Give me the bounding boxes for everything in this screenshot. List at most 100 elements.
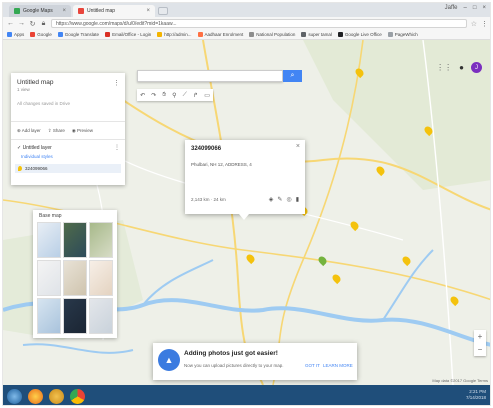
map-attribution: Map data ©2017 Google Terms — [432, 378, 488, 383]
layer-title[interactable]: ✓ Untitled layer — [17, 145, 52, 151]
divider — [11, 121, 125, 122]
edit-icon[interactable]: ✎ — [277, 196, 282, 203]
bookmark-label: super tamal — [308, 32, 332, 37]
start-button-icon[interactable] — [7, 388, 22, 404]
bookmark-translate[interactable]: Google Translate — [57, 32, 99, 37]
bookmark-email[interactable]: Email/Office - Login — [105, 32, 151, 37]
page-icon — [157, 32, 163, 37]
photos-toast: ▲ Adding photos just got easier! Now you… — [153, 343, 357, 380]
marker-icon[interactable]: ⚲ — [172, 92, 176, 99]
basemap-map-thumb[interactable] — [37, 222, 61, 258]
google-maps-favicon-icon — [14, 8, 20, 14]
basemap-terrain-thumb[interactable] — [89, 222, 113, 258]
chrome-icon[interactable] — [70, 388, 85, 404]
map-toolbar: ↶ ↷ ✋︎ ⚲ ⟋ ↱ ▭ — [137, 89, 213, 101]
browser-menu-icon[interactable]: ⋮ — [481, 20, 488, 28]
new-tab-button[interactable] — [158, 7, 168, 15]
clock-date: 7/14/2018 — [465, 395, 486, 400]
layer-more-icon[interactable]: ⋮ — [114, 144, 120, 151]
zoom-in-icon[interactable]: + — [478, 332, 483, 341]
delete-icon[interactable]: ▮ — [296, 196, 299, 203]
page-icon — [197, 32, 203, 37]
zoom-out-icon[interactable]: − — [478, 345, 483, 354]
basemap-atlas-thumb[interactable] — [63, 260, 87, 296]
basemap-dark-thumb[interactable] — [63, 298, 87, 334]
camera-icon[interactable]: ◎ — [286, 196, 291, 203]
tab-bar: Google Maps × Untitled map × Jaffe – □ × — [3, 3, 490, 17]
bookmark-apps[interactable]: Apps — [7, 32, 24, 37]
place-info-popup: 324099066 × Phulbari, NH 12, ADDRESS, 4 … — [185, 140, 305, 220]
browser-window: Google Maps × Untitled map × Jaffe – □ ×… — [2, 2, 491, 406]
address-bar: ← → ↻ 🔒︎ https://www.google.com/maps/d/u… — [3, 17, 490, 30]
explorer-icon[interactable] — [49, 388, 64, 404]
share-button[interactable]: ⇪ Share — [48, 128, 65, 134]
learn-more-button[interactable]: LEARN MORE — [323, 363, 353, 368]
layer-title-label: Untitled layer — [22, 145, 52, 151]
layer-item[interactable]: 324099066 — [15, 164, 121, 173]
map-search-input[interactable] — [137, 70, 283, 82]
close-icon[interactable]: × — [296, 143, 300, 150]
bookmark-label: PageWhich — [394, 32, 418, 37]
bookmark-star-icon[interactable]: ☆ — [471, 20, 477, 28]
redo-icon[interactable]: ↷ — [151, 92, 156, 99]
map-views: 1 view — [17, 87, 30, 92]
layer-style-link[interactable]: Individual styles — [21, 154, 53, 159]
close-tab-icon[interactable]: × — [62, 8, 66, 14]
bookmark-population[interactable]: National Population — [249, 32, 295, 37]
bookmark-aadhaar[interactable]: Aadhaar Enrolment — [197, 32, 244, 37]
bookmark-label: Google Live Office — [344, 32, 382, 37]
tab-untitled-map[interactable]: Untitled map × — [73, 5, 155, 17]
pin-icon — [18, 166, 22, 171]
add-layer-label: Add layer — [21, 128, 41, 133]
forward-icon[interactable]: → — [18, 20, 25, 27]
base-map-selector: Base map — [33, 210, 117, 338]
tab-label: Google Maps — [23, 8, 53, 14]
basemap-light-thumb[interactable] — [37, 260, 61, 296]
basemap-whitewater-thumb[interactable] — [89, 298, 113, 334]
hand-icon[interactable]: ✋︎ — [162, 92, 165, 99]
add-layer-button[interactable]: ⊕ Add layer — [17, 128, 41, 134]
map-save-status: All changes saved in Drive — [17, 101, 71, 106]
photo-icon: ▲ — [158, 349, 180, 371]
basemap-simple-thumb[interactable] — [37, 298, 61, 334]
firefox-icon[interactable] — [28, 388, 43, 404]
page-icon — [301, 32, 307, 37]
maximize-icon[interactable]: □ — [473, 5, 477, 11]
tab-google-maps[interactable]: Google Maps × — [9, 5, 71, 17]
minimize-icon[interactable]: – — [464, 5, 467, 11]
preview-label: Preview — [77, 128, 94, 133]
bookmark-label: Email/Office - Login — [112, 32, 152, 37]
close-tab-icon[interactable]: × — [146, 8, 150, 14]
ruler-icon[interactable]: ▭ — [204, 92, 210, 99]
undo-icon[interactable]: ↶ — [140, 92, 145, 99]
apps-grid-icon[interactable]: ⋮⋮ — [436, 63, 452, 72]
popup-address: Phulbari, NH 12, ADDRESS, 4 — [191, 162, 252, 167]
panel-more-icon[interactable]: ⋮ — [113, 79, 120, 87]
got-it-button[interactable]: GOT IT — [305, 363, 320, 368]
bookmark-live-office[interactable]: Google Live Office — [337, 32, 382, 37]
preview-button[interactable]: ◉ Preview — [72, 128, 93, 134]
map-title[interactable]: Untitled map — [17, 79, 54, 86]
basemap-satellite-thumb[interactable] — [63, 222, 87, 258]
bookmark-google[interactable]: Google — [30, 32, 52, 37]
panel-actions: ⊕ Add layer ⇪ Share ◉ Preview — [17, 128, 93, 134]
basemap-mono-thumb[interactable] — [89, 260, 113, 296]
url-field[interactable]: https://www.google.com/maps/d/u/0/edit?m… — [51, 19, 467, 28]
search-button[interactable]: ⌕ — [283, 70, 302, 82]
back-icon[interactable]: ← — [7, 20, 14, 27]
close-window-icon[interactable]: × — [482, 5, 486, 11]
bookmark-super[interactable]: super tamal — [301, 32, 332, 37]
style-icon[interactable]: ◈ — [269, 196, 274, 203]
system-tray[interactable]: 2:21 PM 7/14/2018 — [466, 389, 486, 401]
bookmark-pagewhich[interactable]: PageWhich — [387, 32, 418, 37]
reload-icon[interactable]: ↻ — [29, 20, 36, 28]
google-icon — [30, 32, 36, 37]
notifications-icon[interactable]: ● — [459, 63, 464, 72]
avatar[interactable]: J — [471, 62, 482, 73]
draw-line-icon[interactable]: ⟋ — [183, 92, 187, 99]
divider — [11, 139, 125, 140]
directions-icon[interactable]: ↱ — [193, 92, 198, 99]
map-canvas[interactable]: ⌕ ↶ ↷ ✋︎ ⚲ ⟋ ↱ ▭ ⋮⋮ ● J Untitled map 1 v… — [3, 40, 490, 385]
bookmark-admin[interactable]: http://admin... — [157, 32, 192, 37]
bookmark-label: Aadhaar Enrolment — [204, 32, 244, 37]
